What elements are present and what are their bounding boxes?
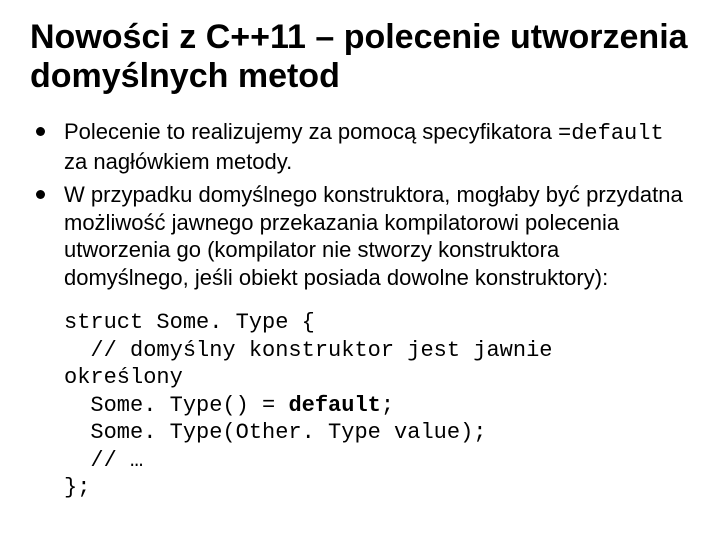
code-line: // domyślny konstruktor jest jawnie [64, 338, 552, 363]
slide-title: Nowości z C++11 – polecenie utworzenia d… [30, 18, 690, 96]
code-block: struct Some. Type { // domyślny konstruk… [64, 309, 690, 502]
code-line: struct Some. Type { [64, 310, 315, 335]
code-line: ; [381, 393, 394, 418]
code-line: // … [64, 448, 143, 473]
list-item: Polecenie to realizujemy za pomocą specy… [30, 118, 690, 175]
code-line: Some. Type() = [64, 393, 288, 418]
bullet-text: W przypadku domyślnego konstruktora, mog… [64, 182, 683, 290]
code-line: }; [64, 475, 90, 500]
code-keyword: default [288, 393, 380, 418]
inline-code: =default [558, 121, 664, 146]
bullet-text: Polecenie to realizujemy za pomocą specy… [64, 119, 558, 144]
list-item: W przypadku domyślnego konstruktora, mog… [30, 181, 690, 291]
slide: Nowości z C++11 – polecenie utworzenia d… [0, 0, 720, 540]
bullet-text: za nagłówkiem metody. [64, 149, 292, 174]
code-line: Some. Type(Other. Type value); [64, 420, 486, 445]
code-line: określony [64, 365, 183, 390]
bullet-list: Polecenie to realizujemy za pomocą specy… [30, 118, 690, 291]
